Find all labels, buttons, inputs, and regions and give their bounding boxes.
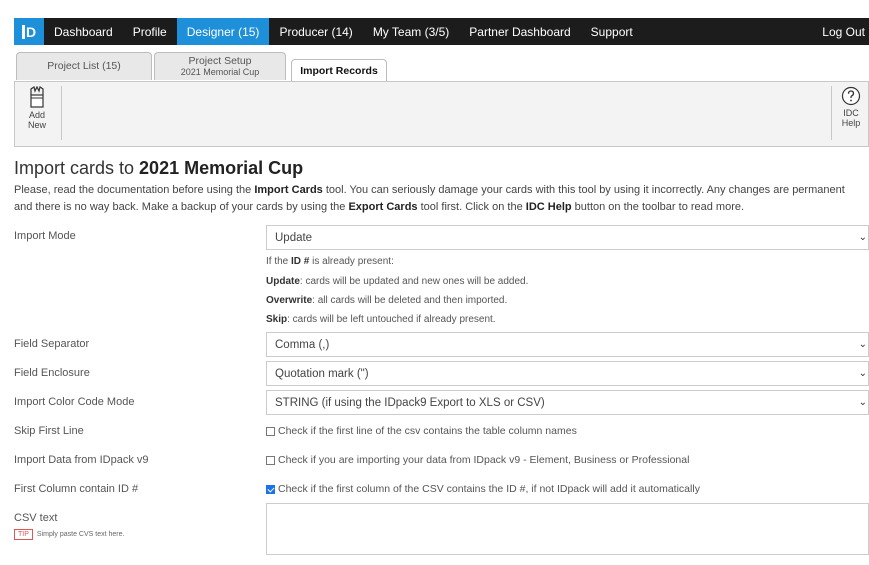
field-separator-label: Field Separator — [14, 338, 90, 350]
nav-dashboard[interactable]: Dashboard — [44, 18, 123, 45]
first-col-checkbox-row[interactable]: Check if the first column of the CSV con… — [266, 483, 700, 495]
question-icon — [841, 86, 861, 106]
app-logo[interactable]: IDD — [14, 18, 44, 45]
csv-textarea[interactable] — [266, 503, 869, 555]
toolbar-separator — [831, 86, 832, 140]
field-separator-select[interactable]: Comma (,) ⌄ — [266, 332, 869, 357]
chevron-down-icon: ⌄ — [858, 232, 867, 243]
color-mode-value: STRING (if using the IDpack9 Export to X… — [275, 396, 545, 409]
mode-help-h3b: : all cards will be deleted and then imp… — [312, 295, 508, 306]
mode-help-h2b: : cards will be updated and new ones wil… — [299, 276, 529, 287]
idc-help-label-2: Help — [841, 118, 861, 128]
intro-p4: button on the toolbar to read more. — [571, 201, 745, 213]
import-mode-label: Import Mode — [14, 230, 76, 242]
tip-text: Simply paste CVS text here. — [36, 531, 125, 538]
cards-icon — [30, 86, 44, 108]
chevron-down-icon: ⌄ — [858, 397, 867, 408]
intro-b3: IDC Help — [525, 201, 572, 213]
tab-project-setup[interactable]: Project Setup 2021 Memorial Cup — [154, 52, 286, 80]
intro-b1: Import Cards — [254, 184, 323, 196]
logout-link[interactable]: Log Out — [812, 18, 869, 45]
skip-first-checkbox[interactable] — [266, 426, 275, 436]
mode-help-h1c: is already present: — [309, 256, 394, 267]
intro-b2: Export Cards — [348, 201, 418, 213]
add-new-button[interactable]: Add New — [15, 86, 59, 130]
skip-first-label: Skip First Line — [14, 425, 84, 437]
skip-first-checkbox-row[interactable]: Check if the first line of the csv conta… — [266, 425, 577, 437]
tip-badge: TIP — [14, 529, 33, 540]
nav-partner-dashboard[interactable]: Partner Dashboard — [459, 18, 580, 45]
nav-support[interactable]: Support — [581, 18, 643, 45]
mode-help-line-2: Update: cards will be updated and new on… — [266, 276, 528, 287]
intro-p3: tool first. Click on the — [417, 201, 526, 213]
mode-help-h4a: Skip — [266, 314, 288, 325]
add-new-label-1: Add — [28, 110, 45, 120]
tab-project-list[interactable]: Project List (15) — [16, 52, 152, 80]
tab-bar: Project List (15) Project Setup 2021 Mem… — [14, 52, 869, 82]
color-mode-select[interactable]: STRING (if using the IDpack9 Export to X… — [266, 390, 869, 415]
field-enclosure-label: Field Enclosure — [14, 367, 90, 379]
chevron-down-icon: ⌄ — [858, 368, 867, 379]
intro-text: Please, read the documentation before us… — [14, 182, 864, 216]
skip-first-text: Check if the first line of the csv conta… — [278, 425, 577, 437]
import-v9-checkbox[interactable] — [266, 455, 275, 465]
nav-designer[interactable]: Designer (15) — [176, 18, 270, 45]
csv-tip: TIP Simply paste CVS text here. — [14, 529, 124, 540]
tab-import-records[interactable]: Import Records — [291, 59, 387, 82]
page-title-project: 2021 Memorial Cup — [139, 158, 304, 178]
idc-help-button[interactable]: IDC Help — [833, 86, 869, 128]
toolbar: Add New IDC Help — [14, 81, 869, 147]
mode-help-h1b: ID # — [291, 256, 310, 267]
mode-help-line-3: Overwrite: all cards will be deleted and… — [266, 295, 507, 306]
mode-help-h2a: Update — [266, 276, 300, 287]
nav-profile[interactable]: Profile — [123, 18, 177, 45]
chevron-down-icon: ⌄ — [858, 339, 867, 350]
import-mode-select[interactable]: Update ⌄ — [266, 225, 869, 250]
nav-my-team[interactable]: My Team (3/5) — [363, 18, 459, 45]
mode-help-h4b: : cards will be left untouched if alread… — [287, 314, 496, 325]
nav-producer[interactable]: Producer (14) — [269, 18, 362, 45]
add-new-label-2: New — [27, 120, 46, 130]
import-v9-checkbox-row[interactable]: Check if you are importing your data fro… — [266, 454, 689, 466]
mode-help-h1a: If the — [266, 256, 292, 267]
first-col-text: Check if the first column of the CSV con… — [278, 483, 700, 495]
field-enclosure-select[interactable]: Quotation mark (") ⌄ — [266, 361, 869, 386]
color-mode-label: Import Color Code Mode — [14, 396, 135, 408]
intro-p1: Please, read the documentation before us… — [14, 184, 255, 196]
first-col-checkbox[interactable] — [266, 484, 275, 494]
mode-help-h3a: Overwrite — [266, 295, 313, 306]
page-title: Import cards to 2021 Memorial Cup — [14, 158, 303, 179]
field-enclosure-value: Quotation mark (") — [275, 367, 369, 380]
tab-project-list-label: Project List (15) — [47, 60, 121, 72]
import-v9-text: Check if you are importing your data fro… — [278, 454, 690, 466]
first-col-label: First Column contain ID # — [14, 483, 139, 495]
top-navbar: IDD Dashboard Profile Designer (15) Prod… — [14, 18, 869, 45]
toolbar-separator — [61, 86, 62, 140]
tab-import-records-label: Import Records — [300, 64, 378, 77]
import-v9-label: Import Data from IDpack v9 — [14, 454, 149, 466]
tab-project-setup-label: Project Setup — [188, 54, 252, 67]
import-mode-value: Update — [275, 231, 313, 244]
idc-help-label-1: IDC — [843, 108, 859, 118]
csv-label: CSV text — [14, 512, 58, 524]
page-title-prefix: Import cards to — [14, 158, 140, 178]
mode-help-line-4: Skip: cards will be left untouched if al… — [266, 314, 496, 325]
field-separator-value: Comma (,) — [275, 338, 330, 351]
mode-help-line-1: If the ID # is already present: — [266, 256, 394, 267]
tab-project-setup-sub: 2021 Memorial Cup — [180, 66, 260, 77]
